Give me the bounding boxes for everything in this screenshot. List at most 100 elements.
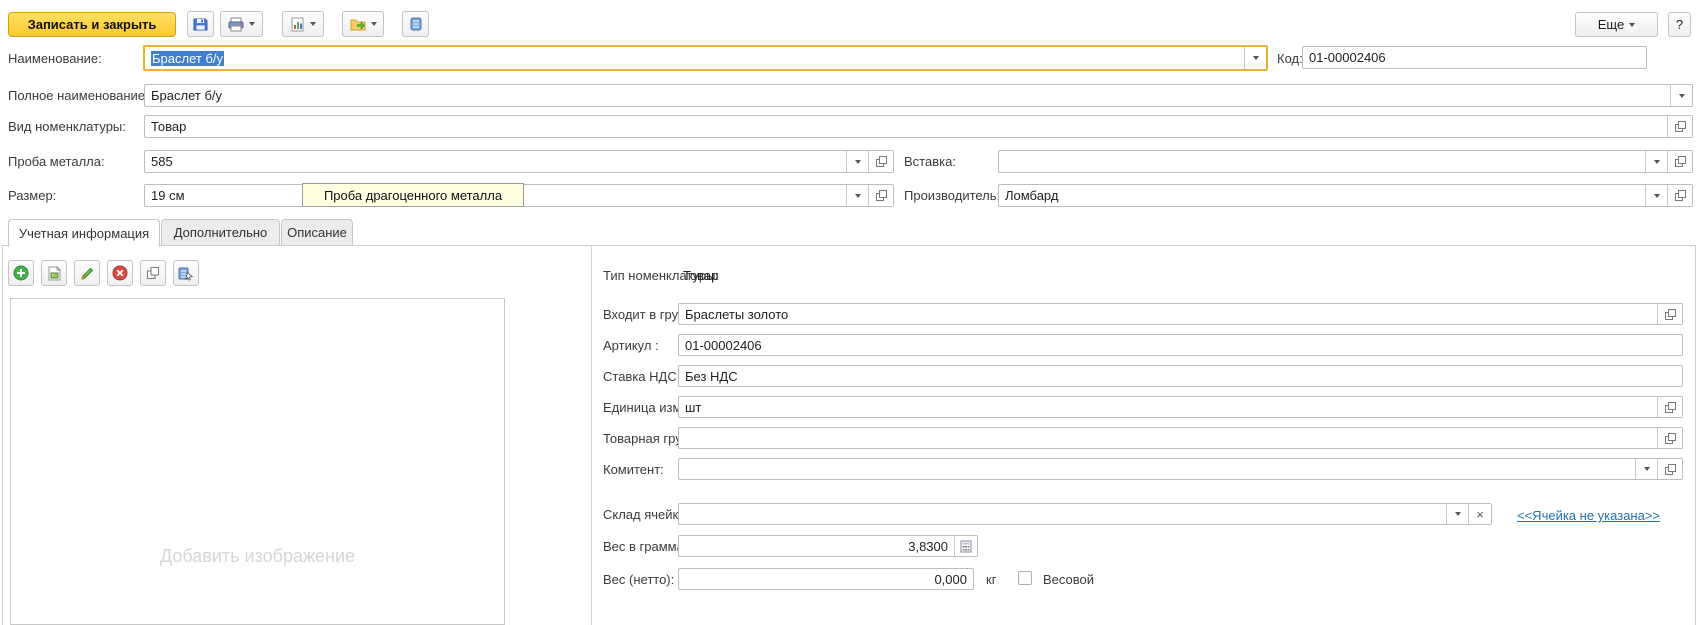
card-button[interactable] (402, 11, 429, 37)
reports-button[interactable] (282, 11, 324, 37)
article-value: 01-00002406 (679, 335, 1682, 355)
consignor-value (679, 459, 1635, 479)
product-group-input[interactable] (678, 427, 1683, 449)
name-input[interactable]: Браслет б/у (143, 45, 1268, 71)
chevron-down-icon (1679, 94, 1685, 98)
insert-dropdown-button[interactable] (1645, 151, 1667, 172)
chevron-down-icon (1644, 467, 1650, 471)
print-button[interactable] (220, 11, 263, 37)
weighted-checkbox-label: Весовой (1043, 572, 1094, 587)
unit-input[interactable]: шт (678, 396, 1683, 418)
tab-description[interactable]: Описание (281, 219, 353, 245)
consignor-dropdown-button[interactable] (1635, 459, 1657, 479)
tab-accounting-info[interactable]: Учетная информация (8, 219, 160, 247)
weight-grams-input[interactable]: 3,8300 (678, 535, 978, 557)
add-image-button[interactable] (8, 260, 34, 286)
group-value: Браслеты золото (679, 304, 1657, 324)
image-from-file-button[interactable] (41, 260, 67, 286)
add-image-placeholder[interactable]: Добавить изображение (11, 546, 504, 567)
chevron-down-icon (1654, 194, 1660, 198)
manufacturer-label: Производитель: (904, 188, 1000, 203)
tab-additional[interactable]: Дополнительно (161, 219, 280, 245)
consignor-input[interactable] (678, 458, 1683, 480)
panel-splitter[interactable] (591, 246, 592, 625)
code-label: Код: (1277, 51, 1303, 66)
chevron-down-icon (1654, 160, 1660, 164)
name-label: Наименование: (8, 51, 102, 66)
chevron-down-icon (1253, 56, 1259, 60)
code-input[interactable]: 01-00002406 (1302, 46, 1647, 69)
size-dropdown-button[interactable] (846, 185, 868, 206)
full-name-input[interactable]: Браслет б/у (144, 84, 1693, 107)
help-label: ? (1676, 17, 1683, 32)
add-icon (13, 265, 29, 281)
unit-open-button[interactable] (1657, 397, 1682, 417)
kind-open-button[interactable] (1667, 116, 1692, 137)
manufacturer-input[interactable]: Ломбард (998, 184, 1693, 207)
full-name-value: Браслет б/у (145, 85, 1670, 106)
more-button[interactable]: Еще (1575, 12, 1658, 37)
insert-input[interactable] (998, 150, 1693, 173)
chevron-down-icon (855, 160, 861, 164)
article-input[interactable]: 01-00002406 (678, 334, 1683, 356)
weight-net-input[interactable]: 0,000 (678, 568, 974, 590)
hallmark-label: Проба металла: (8, 154, 105, 169)
product-group-value (679, 428, 1657, 448)
chevron-down-icon (1629, 23, 1635, 27)
tab-pane-top-border (2, 245, 1696, 246)
hallmark-value: 585 (145, 151, 846, 172)
hallmark-dropdown-button[interactable] (846, 151, 868, 172)
item-image-panel[interactable]: Добавить изображение (10, 298, 505, 625)
delete-icon (112, 265, 128, 281)
product-group-open-button[interactable] (1657, 428, 1682, 448)
name-dropdown-button[interactable] (1244, 47, 1266, 69)
vat-rate-input[interactable]: Без НДС (678, 365, 1683, 387)
open-icon (1674, 189, 1687, 202)
weight-grams-calc-button[interactable] (954, 536, 977, 556)
kind-input[interactable]: Товар (144, 115, 1693, 138)
image-from-file-icon (47, 266, 61, 281)
insert-open-button[interactable] (1667, 151, 1692, 172)
item-card-window: Записать и закрыть (0, 0, 1698, 625)
weighted-checkbox[interactable] (1018, 571, 1032, 585)
calculator-icon (960, 540, 972, 553)
cell-warehouse-clear-button[interactable]: × (1468, 504, 1491, 524)
save-button[interactable] (187, 11, 214, 37)
manufacturer-dropdown-button[interactable] (1645, 185, 1667, 206)
type-value: Товар (683, 268, 718, 283)
help-button[interactable]: ? (1668, 12, 1691, 37)
open-icon (1664, 432, 1677, 445)
hallmark-input[interactable]: 585 (144, 150, 894, 173)
manufacturer-value: Ломбард (999, 185, 1645, 206)
consignor-label: Комитент: (603, 462, 664, 477)
cell-warehouse-input[interactable]: × (678, 503, 1492, 525)
save-and-close-button[interactable]: Записать и закрыть (8, 12, 176, 37)
pick-from-list-icon (178, 266, 194, 281)
cell-not-specified-link[interactable]: <<Ячейка не указана>> (1517, 508, 1660, 523)
full-name-dropdown-button[interactable] (1670, 85, 1692, 106)
insert-label: Вставка: (904, 154, 956, 169)
edit-image-button[interactable] (74, 260, 100, 286)
reports-icon (290, 17, 305, 32)
cell-warehouse-dropdown-button[interactable] (1446, 504, 1468, 524)
size-open-button[interactable] (868, 185, 893, 206)
hallmark-open-button[interactable] (868, 151, 893, 172)
insert-value (999, 151, 1645, 172)
manufacturer-open-button[interactable] (1667, 185, 1692, 206)
code-value: 01-00002406 (1303, 47, 1646, 68)
group-open-button[interactable] (1657, 304, 1682, 324)
edit-icon (80, 266, 95, 281)
load-button[interactable] (342, 11, 384, 37)
tab-pane-left-border (2, 246, 3, 625)
consignor-open-button[interactable] (1657, 459, 1682, 479)
load-icon (350, 17, 366, 31)
group-input[interactable]: Браслеты золото (678, 303, 1683, 325)
size-label: Размер: (8, 188, 56, 203)
kind-label: Вид номенклатуры: (8, 119, 126, 134)
pick-from-list-button[interactable] (173, 260, 199, 286)
open-image-button[interactable] (140, 260, 166, 286)
cell-warehouse-value (679, 504, 1446, 524)
cell-warehouse-label: Склад ячейки: (603, 507, 689, 522)
delete-image-button[interactable] (107, 260, 133, 286)
save-and-close-label: Записать и закрыть (28, 17, 157, 32)
